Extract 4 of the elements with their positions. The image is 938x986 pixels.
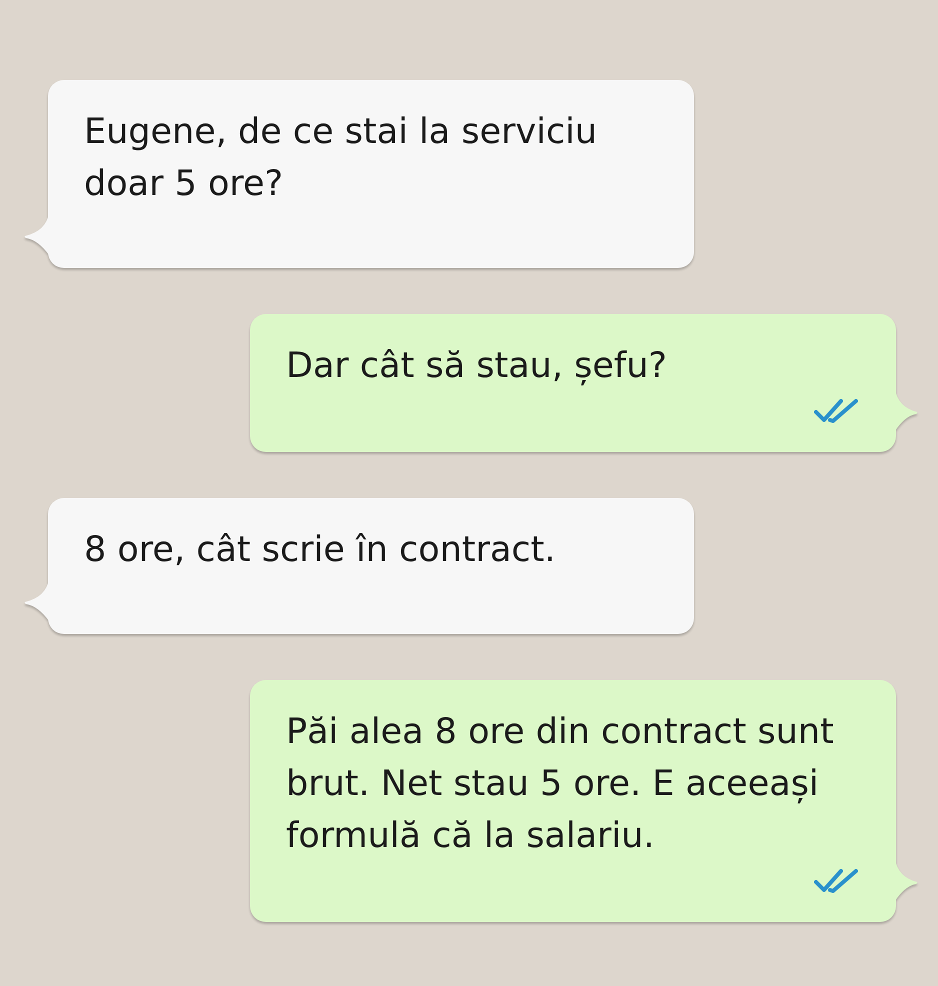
message-text: 8 ore, cât scrie în contract. (84, 529, 557, 572)
message-text: Păi alea 8 ore din contract sunt brut. Net stau 5 ore. E aceeași formulă că la salariu. (286, 711, 835, 858)
message-text: Eugene, de ce stai la serviciu doar 5 ore? (84, 111, 598, 206)
message-text: Dar cât să stau, șefu? (286, 345, 668, 388)
